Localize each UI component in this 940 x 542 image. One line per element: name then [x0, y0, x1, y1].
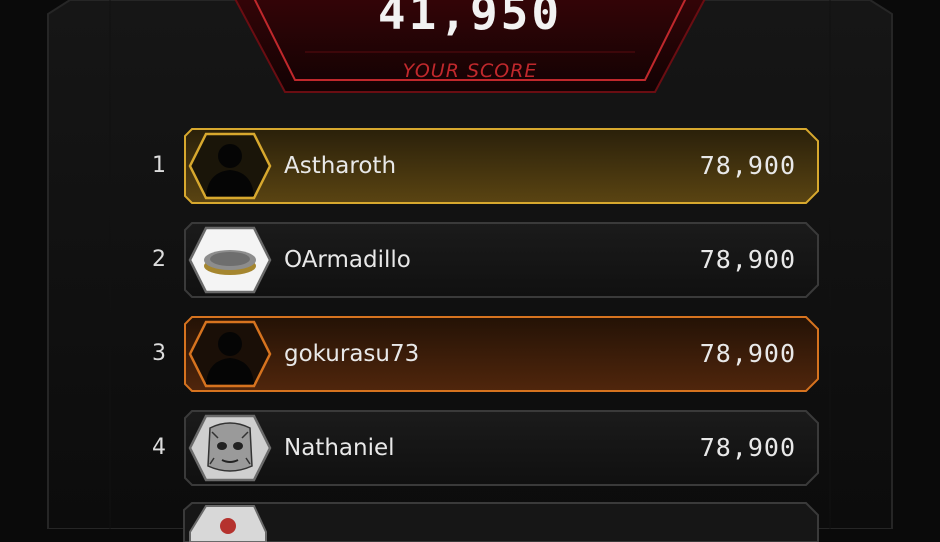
rank-number: 4 — [152, 435, 166, 460]
row-background — [183, 502, 819, 542]
player-name: gokurasu73 — [284, 341, 420, 367]
score-label: YOUR SCORE — [402, 60, 538, 82]
leaderboard-row[interactable]: 1 Astharoth 78,900 — [140, 128, 820, 204]
rank-number: 1 — [152, 153, 166, 178]
leaderboard-row-partial[interactable] — [140, 502, 820, 542]
drawn-face-avatar-icon — [188, 414, 272, 482]
coin-avatar-icon — [188, 226, 272, 294]
rank-number: 3 — [152, 341, 166, 366]
player-name: Astharoth — [284, 153, 397, 179]
score-value: 41,950 — [377, 0, 563, 40]
player-name: Nathaniel — [284, 435, 395, 461]
player-points: 78,900 — [699, 339, 796, 368]
player-name: OArmadillo — [284, 247, 411, 273]
player-points: 78,900 — [699, 433, 796, 462]
silhouette-avatar-icon — [188, 132, 272, 200]
player-points: 78,900 — [699, 151, 796, 180]
silhouette-avatar-icon — [188, 320, 272, 388]
leaderboard-row[interactable]: 3 gokurasu73 78,900 — [140, 316, 820, 392]
player-points: 78,900 — [699, 245, 796, 274]
leaderboard-row[interactable]: 4 Nathaniel 78,900 — [140, 410, 820, 486]
rank-number: 2 — [152, 247, 166, 272]
leaderboard-row[interactable]: 2 OArmadillo 78,900 — [140, 222, 820, 298]
